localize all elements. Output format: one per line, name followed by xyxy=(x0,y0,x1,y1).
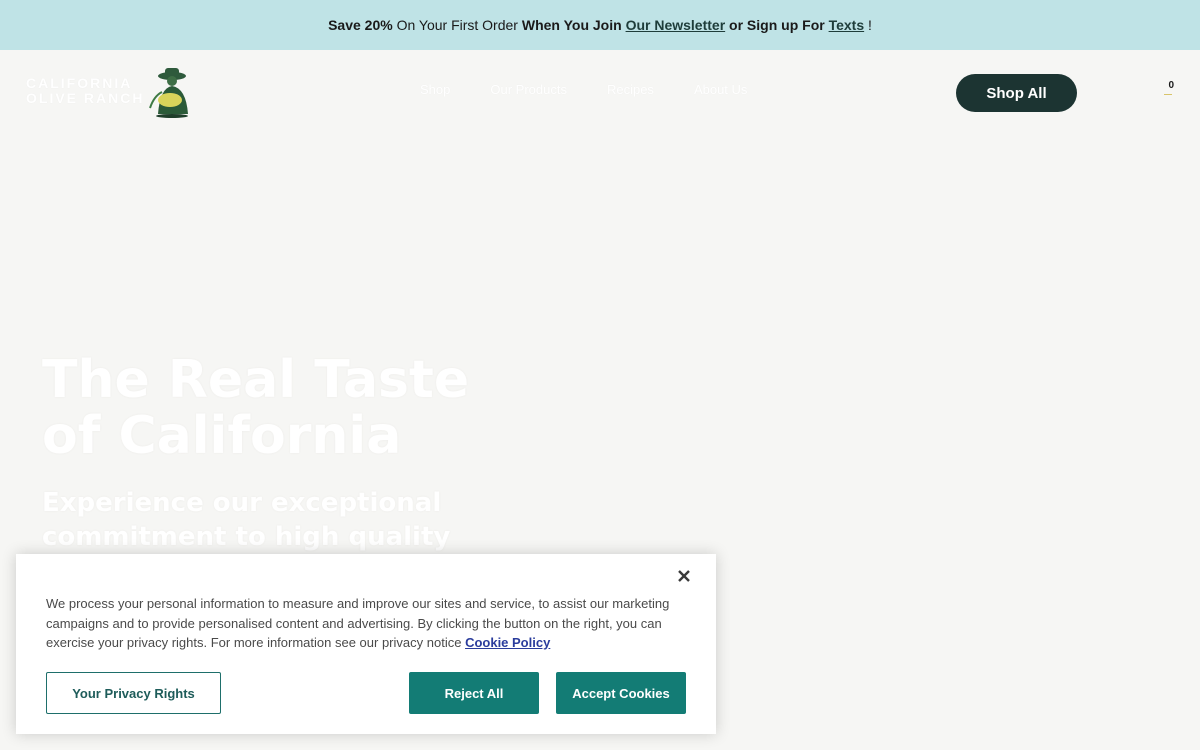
announcement-text-4: ! xyxy=(864,17,872,33)
nav-item-about-us[interactable]: About Us xyxy=(694,82,747,97)
farmer-mascot-icon xyxy=(149,68,188,118)
cookie-message: We process your personal information to … xyxy=(46,594,686,653)
cart-count-badge: 0 xyxy=(1168,80,1174,91)
hero-subtitle: Experience our exceptional commitment to… xyxy=(42,486,462,554)
cookie-policy-link[interactable]: Cookie Policy xyxy=(465,635,550,650)
nav-item-our-products[interactable]: Our Products xyxy=(490,82,567,97)
texts-link[interactable]: Texts xyxy=(829,17,865,33)
accept-cookies-button[interactable]: Accept Cookies xyxy=(556,672,686,714)
nav-item-shop[interactable]: Shop xyxy=(420,82,450,97)
cart-icon xyxy=(1164,94,1172,95)
logo-wordmark: CALIFORNIA OLIVE RANCH xyxy=(26,76,144,106)
hero-subtitle-line-1: Experience our exceptional xyxy=(42,488,442,518)
hero-title-line-2: of California xyxy=(42,406,402,466)
hero-subtitle-line-2: commitment to high quality xyxy=(42,522,451,552)
hero-title-line-1: The Real Taste xyxy=(42,350,470,410)
announcement-text-2: When You Join xyxy=(521,17,626,33)
cookie-consent-dialog: We process your personal information to … xyxy=(16,554,716,734)
announcement-text-3: or Sign up For xyxy=(725,17,829,33)
hero-title: The Real Taste of California xyxy=(42,352,542,464)
cart-button[interactable]: 0 xyxy=(1150,78,1180,102)
announcement-text-1: On Your First Order xyxy=(392,17,522,33)
logo-line-1: CALIFORNIA xyxy=(26,75,133,91)
announcement-discount: Save 20% xyxy=(328,17,393,33)
close-icon[interactable] xyxy=(674,566,694,586)
privacy-rights-button[interactable]: Your Privacy Rights xyxy=(46,672,221,714)
reject-all-button[interactable]: Reject All xyxy=(409,672,539,714)
announcement-bar: Save 20% On Your First Order When You Jo… xyxy=(0,0,1200,50)
newsletter-link[interactable]: Our Newsletter xyxy=(626,17,726,33)
site-header: CALIFORNIA OLIVE RANCH Shop Our Products… xyxy=(0,50,1200,134)
main-nav: Shop Our Products Recipes About Us xyxy=(420,82,747,97)
logo-line-2: OLIVE RANCH xyxy=(26,90,145,106)
brand-logo[interactable]: CALIFORNIA OLIVE RANCH xyxy=(26,66,196,118)
nav-item-recipes[interactable]: Recipes xyxy=(607,82,654,97)
cookie-message-text: We process your personal information to … xyxy=(46,596,670,650)
shop-all-button[interactable]: Shop All xyxy=(956,74,1077,112)
